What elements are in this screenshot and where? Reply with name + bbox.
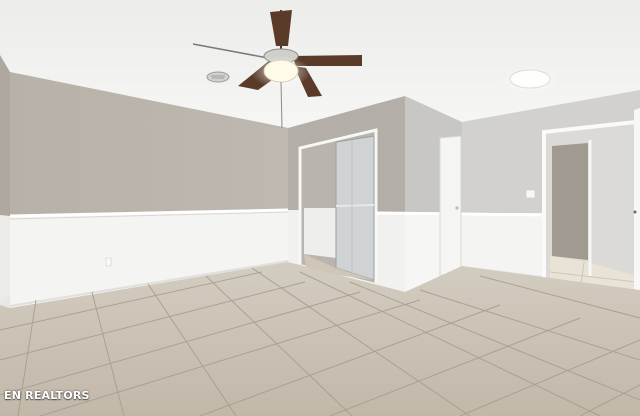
light-switch[interactable] [525,189,536,199]
closet-interior-wainscot [304,208,336,258]
room-photo: EN REALTORS [0,0,640,416]
interior-door[interactable] [439,135,462,277]
chair-rail-right [461,212,546,217]
door-knob[interactable] [455,206,459,210]
open-door-knob[interactable] [633,210,637,214]
room-illustration [0,0,640,416]
ceiling-light-icon [509,69,551,89]
left-side-wainscot [0,215,10,305]
watermark-text: EN REALTORS [4,389,90,402]
mirror-reflection [335,204,375,207]
vent-icon [206,71,230,83]
hallway-back-wall [552,143,588,260]
outlet [105,257,112,267]
mirror-sliding-door[interactable] [335,135,375,281]
open-door[interactable] [634,108,640,300]
